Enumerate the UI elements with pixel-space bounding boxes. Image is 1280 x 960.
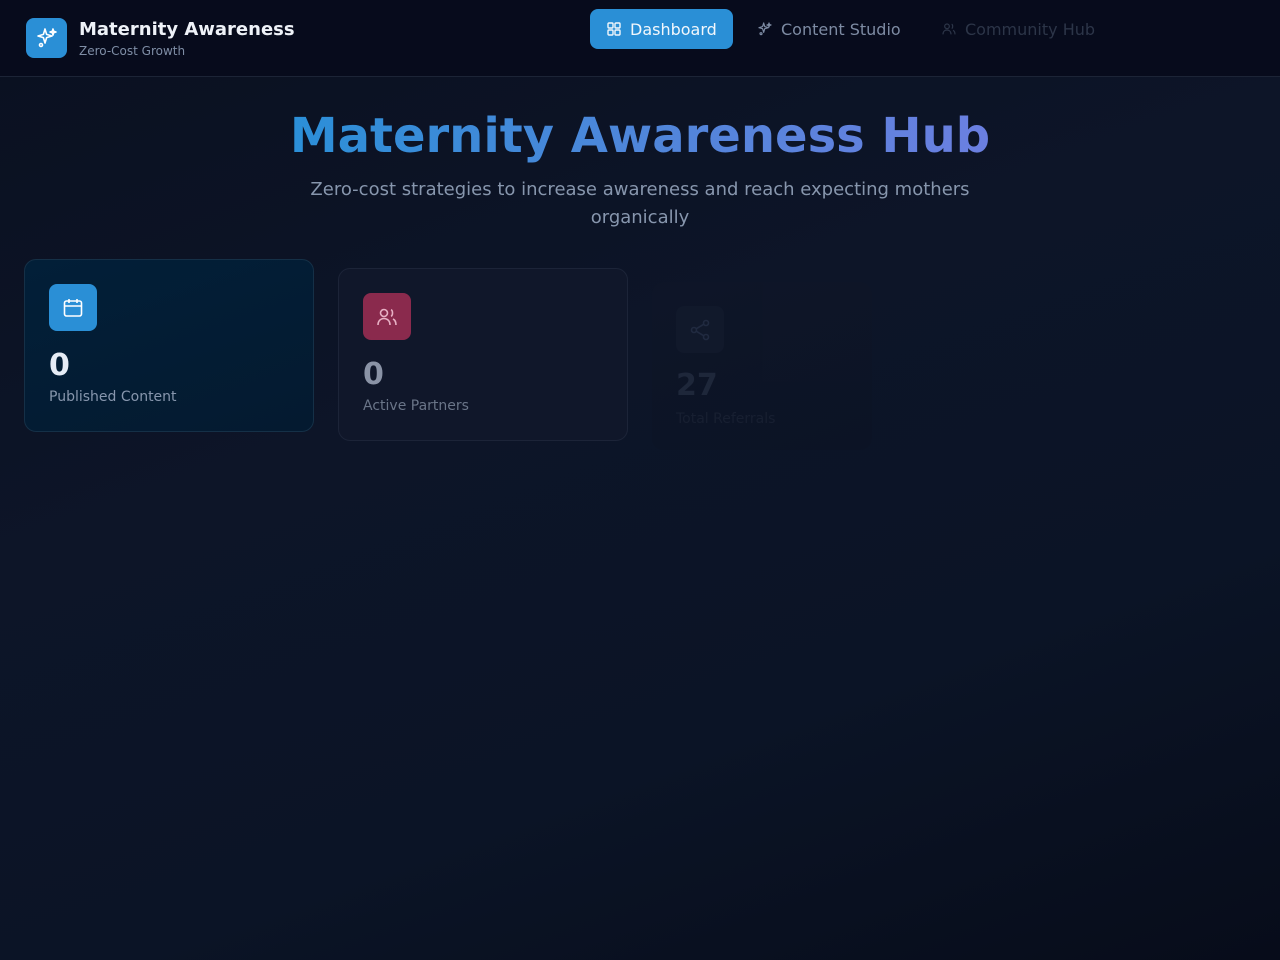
logo[interactable]	[26, 18, 67, 58]
stat-card-total-referrals: 27 Total Referrals	[652, 282, 872, 450]
nav-content-studio-button[interactable]: Content Studio	[741, 9, 917, 49]
nav-dashboard-button[interactable]: Dashboard	[590, 9, 733, 49]
stat-value: 27	[676, 368, 718, 403]
stat-label: Total Referrals	[676, 411, 776, 427]
nav-community-hub-button[interactable]: Community Hub	[925, 9, 1111, 49]
stat-icon-box	[676, 306, 724, 353]
users-icon	[377, 308, 397, 325]
calendar-icon	[63, 298, 83, 317]
page-subtitle: Zero-cost strategies to increase awarene…	[310, 179, 970, 228]
stat-icon-box	[363, 293, 411, 340]
stat-card-published-content: 0 Published Content	[24, 259, 314, 432]
brand-subtitle: Zero-Cost Growth	[79, 44, 186, 58]
stat-label: Published Content	[49, 389, 177, 405]
page-title: Maternity Awareness Hub	[289, 108, 991, 164]
nav-content-studio-label: Content Studio	[781, 19, 901, 39]
share-icon	[690, 319, 710, 340]
stat-card-active-partners: 0 Active Partners	[338, 268, 628, 441]
stat-value: 0	[363, 357, 384, 392]
stat-value: 0	[49, 348, 70, 383]
users-icon	[942, 23, 956, 35]
stat-icon-box	[49, 284, 97, 331]
sparkles-icon	[758, 22, 772, 36]
nav-community-hub-label: Community Hub	[965, 19, 1096, 39]
brand-title: Maternity Awareness	[79, 19, 295, 40]
grid-icon	[607, 22, 621, 36]
top-header: Maternity Awareness Zero-Cost Growth Das…	[0, 0, 1280, 77]
stat-label: Active Partners	[363, 398, 469, 414]
nav-dashboard-label: Dashboard	[630, 19, 717, 39]
sparkles-icon	[36, 28, 57, 48]
